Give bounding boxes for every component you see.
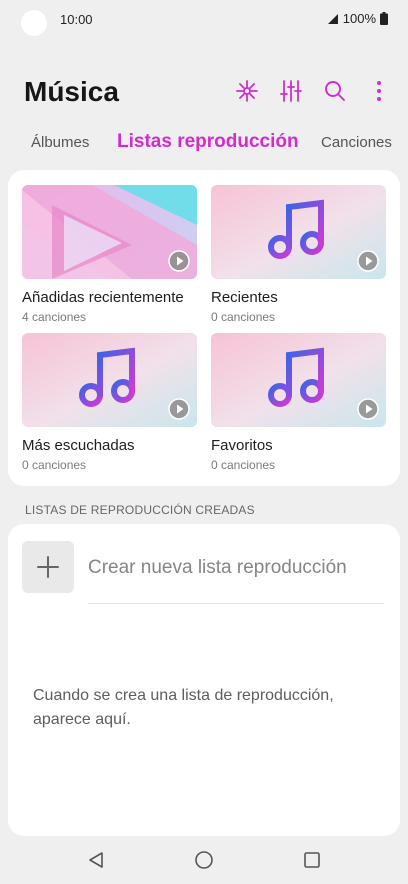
playlist-tile-favorites[interactable]: Favoritos 0 canciones (211, 333, 386, 472)
playlist-thumbnail (22, 333, 197, 427)
playlist-song-count: 0 canciones (22, 458, 87, 472)
camera-cutout (21, 10, 47, 36)
tab-bar: Álbumes Listas reproducción Canciones (0, 128, 408, 160)
playlist-tile-most-played[interactable]: Más escuchadas 0 canciones (22, 333, 197, 472)
more-vertical-icon (377, 81, 381, 101)
playlist-tile-recently-added[interactable]: Añadidas recientemente 4 canciones (22, 185, 197, 324)
nav-home-button[interactable] (192, 848, 216, 872)
playlist-title: Recientes (211, 289, 278, 306)
empty-state-message: Cuando se crea una lista de reproducción… (33, 687, 334, 728)
battery-icon (380, 12, 388, 25)
divider (88, 603, 384, 604)
nav-back-button[interactable] (84, 848, 108, 872)
play-icon[interactable] (168, 398, 190, 420)
playlist-song-count: 0 canciones (211, 310, 276, 324)
header-actions (234, 78, 392, 104)
equalizer-button[interactable] (278, 78, 304, 104)
status-time: 10:00 (60, 12, 93, 27)
created-playlists-card: Crear nueva lista reproducción Cuando se… (8, 524, 400, 836)
search-button[interactable] (322, 78, 348, 104)
playlist-title: Más escuchadas (22, 437, 135, 454)
visualizer-button[interactable] (234, 78, 260, 104)
playlist-title: Favoritos (211, 437, 273, 454)
playlist-thumbnail (22, 185, 197, 279)
section-label-created: LISTAS DE REPRODUCCIÓN CREADAS (25, 503, 255, 517)
playlist-song-count: 4 canciones (22, 310, 87, 324)
app-header: Música (0, 70, 408, 120)
create-playlist-button[interactable] (22, 541, 74, 593)
search-icon (325, 81, 345, 101)
playlist-title: Añadidas recientemente (22, 289, 184, 306)
more-options-button[interactable] (366, 78, 392, 104)
equalizer-icon (280, 80, 302, 102)
status-indicators: 100% (327, 11, 388, 26)
status-bar: 10:00 100% (0, 0, 408, 40)
play-icon[interactable] (357, 250, 379, 272)
playlist-tile-recent[interactable]: Recientes 0 canciones (211, 185, 386, 324)
tab-playlists[interactable]: Listas reproducción (117, 131, 299, 153)
signal-icon (327, 13, 338, 24)
nav-recents-button[interactable] (300, 848, 324, 872)
recents-icon (304, 852, 320, 868)
create-playlist-label[interactable]: Crear nueva lista reproducción (88, 557, 347, 579)
system-nav-bar (0, 836, 408, 884)
battery-percentage: 100% (342, 11, 376, 26)
playlist-thumbnail (211, 185, 386, 279)
default-playlists-card: Añadidas recientemente 4 canciones Recie… (8, 170, 400, 486)
page-title: Música (24, 76, 119, 107)
plus-icon (37, 556, 59, 578)
playlist-thumbnail (211, 333, 386, 427)
visualizer-icon (236, 80, 258, 102)
tab-albums[interactable]: Álbumes (31, 134, 89, 151)
play-icon[interactable] (168, 250, 190, 272)
home-icon (195, 851, 213, 869)
playlist-song-count: 0 canciones (211, 458, 276, 472)
tab-songs[interactable]: Canciones (321, 134, 392, 151)
play-icon[interactable] (357, 398, 379, 420)
back-icon (89, 852, 103, 868)
